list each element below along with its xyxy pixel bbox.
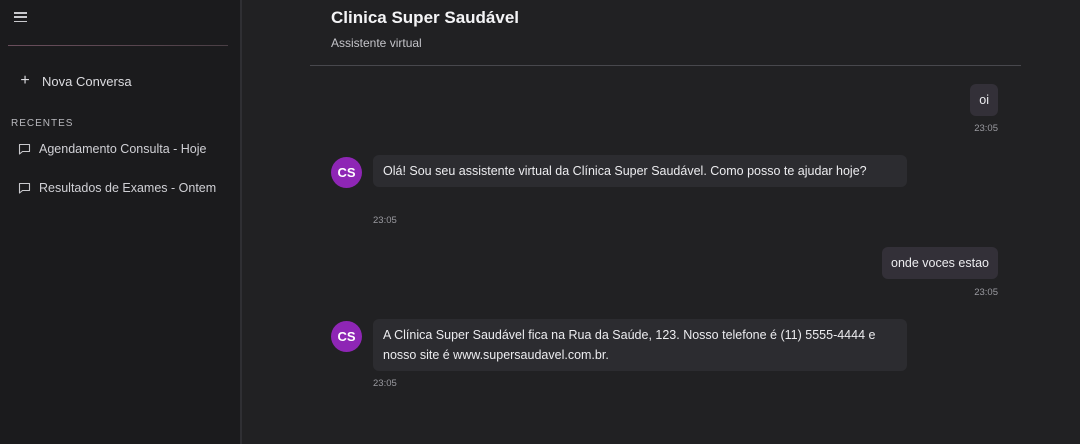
sidebar-item-agendamento[interactable]: Agendamento Consulta - Hoje	[18, 140, 206, 158]
plus-icon: +	[20, 72, 30, 89]
sidebar-item-label: Agendamento Consulta - Hoje	[39, 142, 207, 156]
new-chat-button[interactable]: + Nova Conversa	[18, 71, 132, 91]
chat-bubble-icon	[18, 182, 31, 194]
assistant-message: Olá! Sou seu assistente virtual da Clíni…	[373, 155, 907, 187]
page-subtitle: Assistente virtual	[331, 36, 422, 50]
message-timestamp: 23:05	[974, 287, 998, 298]
sidebar: + Nova Conversa RECENTES Agendamento Con…	[0, 0, 242, 444]
menu-icon[interactable]	[14, 10, 30, 24]
message-timestamp: 23:05	[974, 123, 998, 134]
assistant-avatar: CS	[331, 321, 362, 352]
recents-heading: RECENTES	[11, 118, 74, 129]
message-timestamp: 23:05	[373, 378, 397, 389]
message-timestamp: 23:05	[373, 215, 397, 226]
sidebar-item-label: Resultados de Exames - Ontem	[39, 181, 217, 195]
user-message: onde voces estao	[882, 247, 998, 279]
chat-panel: Clinica Super Saudável Assistente virtua…	[242, 0, 1080, 444]
sidebar-item-resultados[interactable]: Resultados de Exames - Ontem	[18, 179, 216, 197]
page-title: Clinica Super Saudável	[331, 8, 520, 27]
user-message: oi	[970, 84, 998, 116]
sidebar-divider	[8, 45, 228, 46]
new-chat-label: Nova Conversa	[42, 73, 132, 89]
app-window: + Nova Conversa RECENTES Agendamento Con…	[0, 0, 1080, 444]
assistant-avatar: CS	[331, 157, 362, 188]
header-divider	[310, 65, 1021, 66]
assistant-message: A Clínica Super Saudável fica na Rua da …	[373, 319, 907, 371]
chat-bubble-icon	[18, 143, 31, 155]
